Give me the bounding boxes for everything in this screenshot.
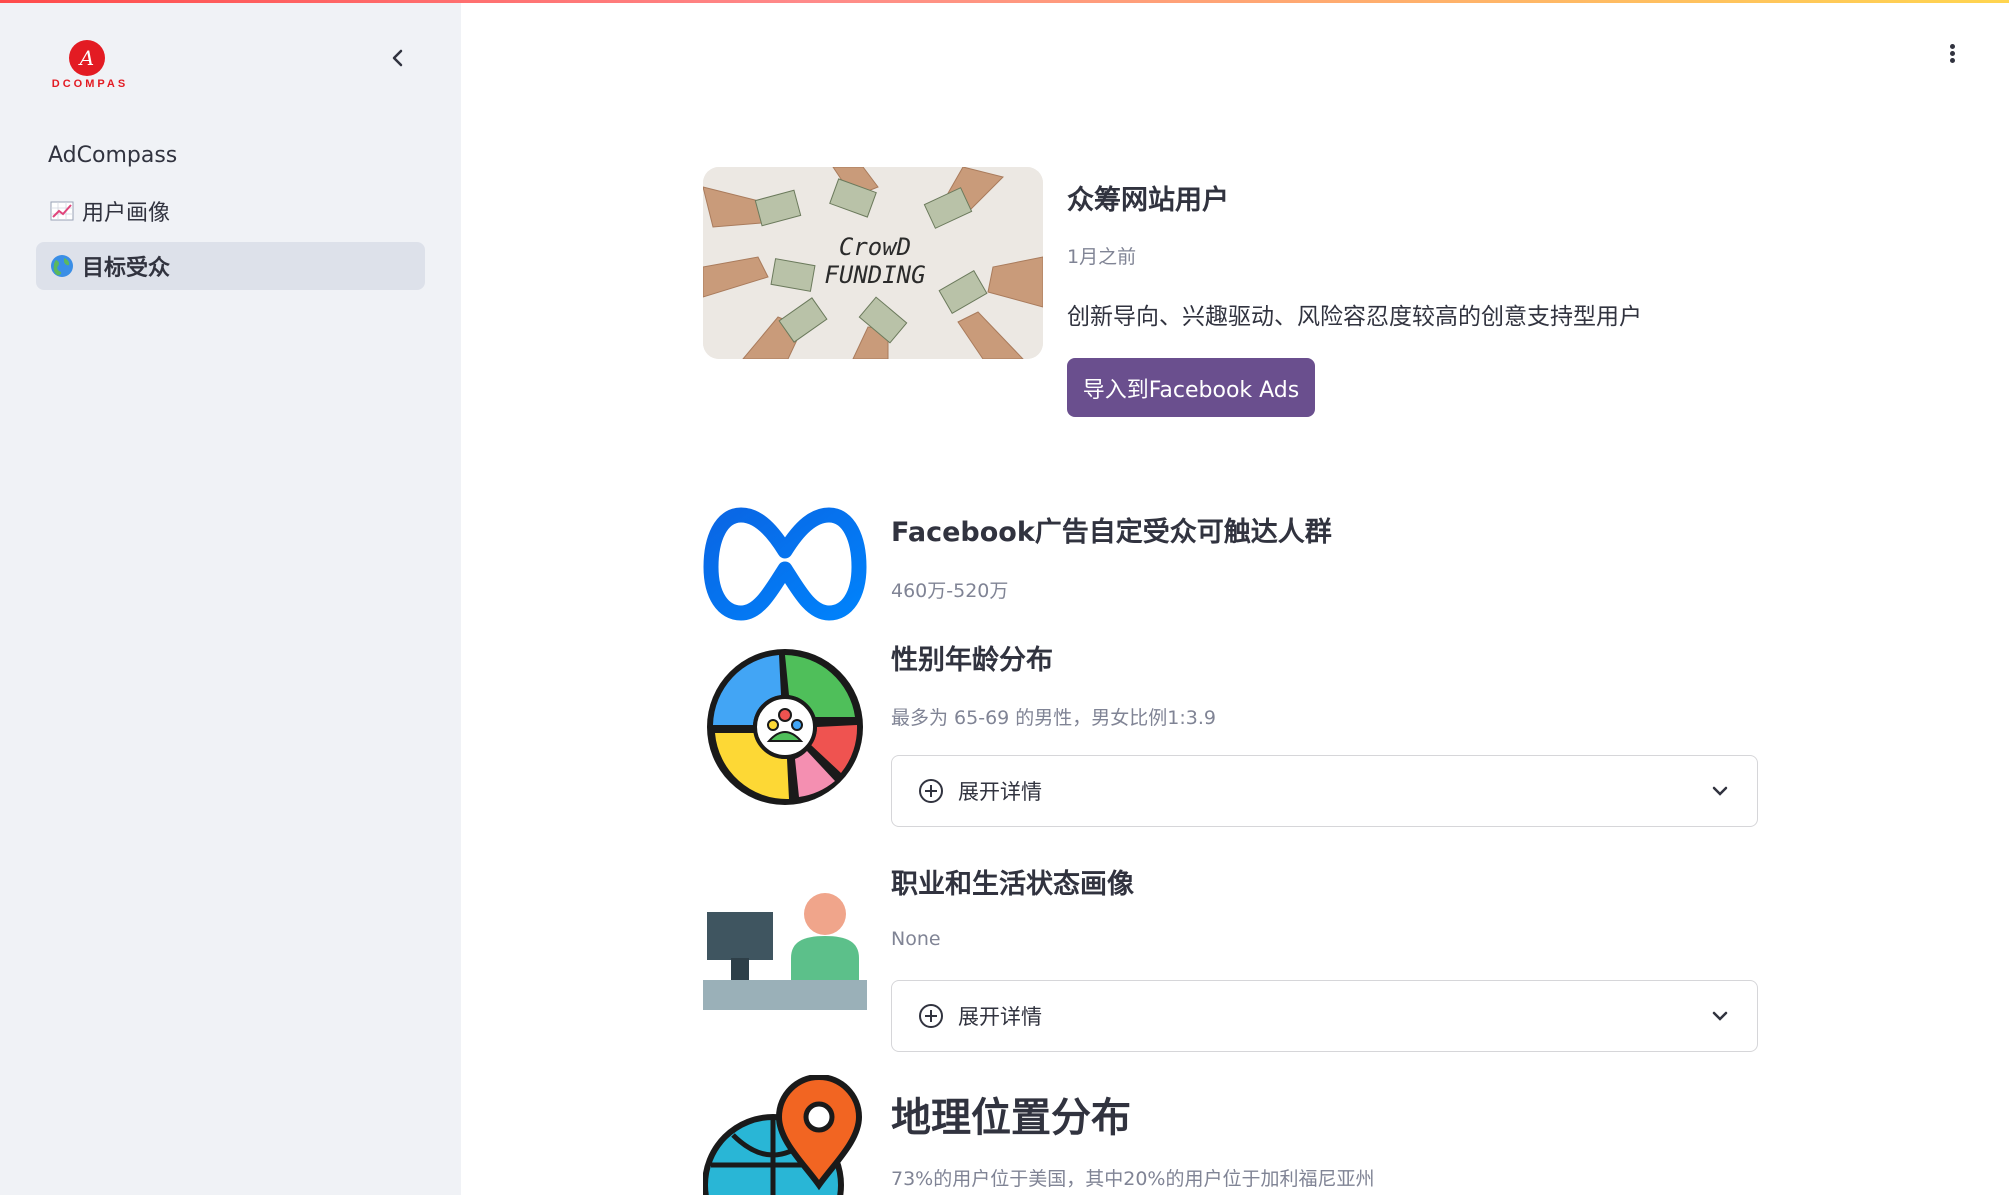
sidebar-item-label: 目标受众 (82, 256, 171, 281)
sidebar-item-label: 用户画像 (82, 201, 171, 226)
expander-label: 展开详情 (958, 1005, 1042, 1029)
occupation-title: 职业和生活状态画像 (891, 869, 1134, 900)
image-text-funding: FUNDING (824, 261, 925, 289)
office-worker-icon (703, 890, 867, 1010)
plus-circle-icon (919, 779, 943, 803)
gender-age-title: 性别年龄分布 (891, 645, 1053, 676)
meta-logo-icon (703, 507, 867, 621)
globe-icon (51, 255, 73, 277)
crowdfunding-image: CrowD FUNDING (703, 167, 1043, 359)
top-accent-bar (0, 0, 2009, 3)
sidebar-item-target-audience[interactable]: 目标受众 (36, 242, 425, 290)
gender-age-expander[interactable]: 展开详情 (891, 755, 1758, 827)
audience-description: 创新导向、兴趣驱动、风险容忍度较高的创意支持型用户 (1067, 304, 1642, 330)
facebook-reach-value: 460万-520万 (891, 580, 1009, 602)
occupation-expander[interactable]: 展开详情 (891, 980, 1758, 1052)
occupation-summary: None (891, 928, 941, 950)
audience-pie-icon (703, 645, 867, 809)
crowdfunding-illustration: CrowD FUNDING (703, 167, 1043, 359)
sidebar-app-title[interactable]: AdCompass (48, 143, 177, 168)
logo-text: DCOMPAS (51, 78, 129, 90)
import-facebook-ads-button[interactable]: 导入到Facebook Ads (1067, 358, 1315, 417)
main-menu-button[interactable] (1940, 40, 1964, 68)
image-text-crowd: CrowD (839, 233, 911, 261)
geo-title: 地理位置分布 (891, 1095, 1131, 1141)
logo-mark: A (69, 40, 105, 76)
audience-title: 众筹网站用户 (1067, 185, 1229, 216)
collapse-sidebar-button[interactable] (384, 44, 412, 72)
chart-increasing-icon (50, 201, 74, 221)
chevron-left-icon (392, 49, 403, 67)
chevron-down-icon (1712, 786, 1728, 796)
facebook-reach-title: Facebook广告自定受众可触达人群 (891, 517, 1332, 548)
geo-summary: 73%的用户位于美国，其中20%的用户位于加利福尼亚州 (891, 1168, 1375, 1190)
gender-age-summary: 最多为 65-69 的男性，男女比例1:3.9 (891, 707, 1216, 729)
app-logo[interactable]: A DCOMPAS (48, 40, 132, 92)
sidebar: A DCOMPAS AdCompass 用户画像 目标受众 (0, 0, 461, 1195)
sidebar-item-user-profile[interactable]: 用户画像 (36, 187, 425, 235)
vertical-ellipsis-icon (1940, 40, 1964, 63)
expander-label: 展开详情 (958, 780, 1042, 804)
chevron-down-icon (1712, 1011, 1728, 1021)
audience-timestamp: 1月之前 (1067, 246, 1137, 268)
globe-location-icon (702, 1073, 867, 1199)
plus-circle-icon (919, 1004, 943, 1028)
